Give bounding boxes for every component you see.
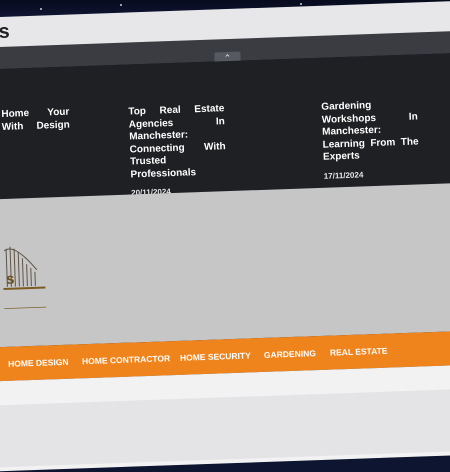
news-item[interactable]: Gardening Workshops In Manchester: Learn… [321,98,420,182]
nav-item-real-estate[interactable]: REAL ESTATE [330,346,388,358]
news-item[interactable]: Home Your With Design [1,107,70,134]
star [300,3,302,5]
news-item[interactable]: Top Real Estate Agencies In Manchester: … [128,103,227,200]
nav-item-home-design[interactable]: HOME DESIGN [8,357,69,369]
nav-item-home-contractor[interactable]: HOME CONTRACTOR [82,353,170,366]
news-ticker-panel: Home Your With Design Top Real Estate Ag… [0,52,450,200]
news-title-link[interactable]: Gardening Workshops In Manchester: Learn… [321,98,419,164]
star [40,8,42,10]
site-title[interactable]: s [0,21,10,44]
nav-item-home-security[interactable]: HOME SECURITY [180,350,251,362]
logo-text: s [6,271,15,288]
news-date: 17/11/2024 [324,167,420,183]
star [120,4,122,6]
news-title-link[interactable]: Top Real Estate Agencies In Manchester: … [128,103,227,181]
website-page: s ⌃ Home Your With Design Top Real Estat… [0,0,450,468]
news-title-link[interactable]: Home Your With Design [1,107,70,134]
nav-item-gardening[interactable]: GARDENING [264,348,316,360]
hero-banner: s [0,182,450,348]
